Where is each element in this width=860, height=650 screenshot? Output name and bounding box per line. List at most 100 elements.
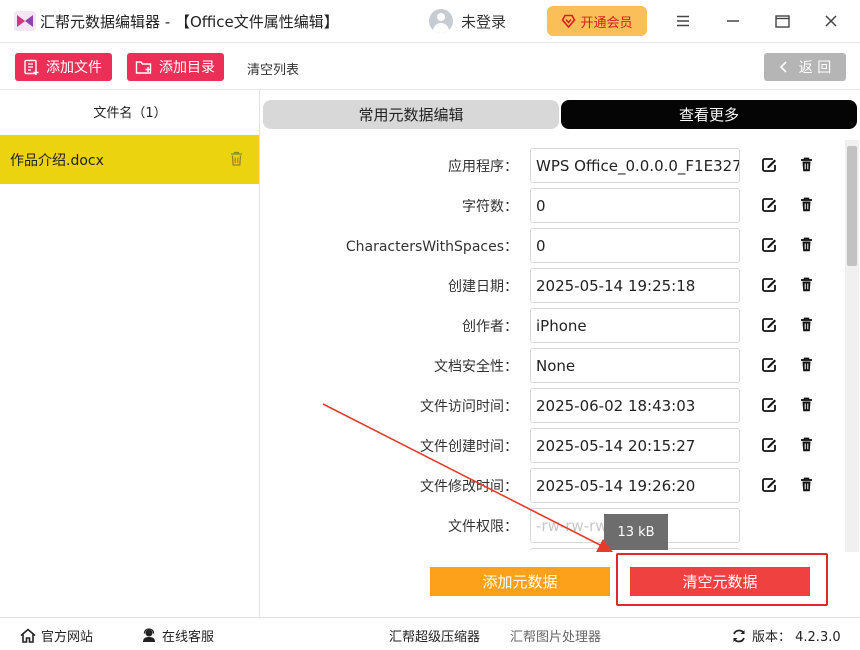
metadata-value-input[interactable]: 2025-06-02 18:43:03 <box>530 388 740 423</box>
metadata-label: 文件修改时间： <box>420 479 518 495</box>
metadata-row: 文件创建时间： 2025-05-14 20:15:27 <box>263 424 843 464</box>
menu-button[interactable] <box>672 10 694 32</box>
edit-icon[interactable] <box>761 277 777 297</box>
trash-icon[interactable] <box>800 237 813 256</box>
toolbar: 添加文件 添加目录 清空列表 返 回 <box>0 42 860 90</box>
edit-icon[interactable] <box>761 477 777 497</box>
avatar-icon <box>429 9 453 33</box>
metadata-row: 创作者： iPhone <box>263 304 843 344</box>
metadata-value-input[interactable]: 0 <box>530 188 740 223</box>
vip-label: 开通会员 <box>580 15 633 31</box>
metadata-value-input[interactable]: iPhone <box>530 308 740 343</box>
add-dir-label: 添加目录 <box>159 60 215 76</box>
trash-icon[interactable] <box>800 357 813 376</box>
title-bar: 汇帮元数据编辑器 - 【Office文件属性编辑】 未登录 开通会员 <box>0 0 860 42</box>
clear-list-button[interactable]: 清空列表 <box>247 59 299 78</box>
trash-icon[interactable] <box>800 197 813 216</box>
version-info[interactable]: 版本： 4.2.3.0 <box>731 626 841 645</box>
scrollbar[interactable] <box>845 140 859 552</box>
metadata-label: 创建日期： <box>448 279 518 295</box>
metadata-row: 字符数： 0 <box>263 184 843 224</box>
back-label: 返 回 <box>798 60 832 76</box>
version-label: 版本： 4.2.3.0 <box>752 630 841 645</box>
app-logo-icon <box>14 11 36 31</box>
metadata-label: 文件访问时间： <box>420 399 518 415</box>
metadata-row: CharactersWithSpaces： 0 <box>263 224 843 264</box>
official-website-link[interactable]: 官方网站 <box>20 626 93 645</box>
vip-button[interactable]: 开通会员 <box>547 6 647 36</box>
file-size-tooltip: 13 kB <box>604 514 668 550</box>
metadata-label: 文件创建时间： <box>420 439 518 455</box>
metadata-row: 创建日期： 2025-05-14 19:25:18 <box>263 264 843 304</box>
hamburger-icon <box>677 15 689 27</box>
add-dir-button[interactable]: 添加目录 <box>127 53 224 81</box>
file-list-panel: 文件名（1） 作品介绍.docx <box>0 90 260 617</box>
tab-view-more[interactable]: 查看更多 <box>561 100 857 129</box>
chevron-left-icon <box>779 61 787 73</box>
home-icon <box>20 628 36 643</box>
metadata-label: 文件权限： <box>448 519 518 535</box>
metadata-row: 文件权限： -rw-rw-rw- <box>263 504 843 544</box>
window-title: 汇帮元数据编辑器 - 【Office文件属性编辑】 <box>40 13 339 31</box>
online-support-link[interactable]: 在线客服 <box>141 626 214 645</box>
user-name: 未登录 <box>461 12 507 31</box>
edit-icon[interactable] <box>761 397 777 417</box>
file-name: 作品介绍.docx <box>10 152 104 169</box>
maximize-button[interactable] <box>771 10 793 32</box>
scrollbar-thumb[interactable] <box>847 146 857 266</box>
metadata-row: 应用程序： WPS Office_0.0.0.0_F1E327BC-269C-43… <box>263 144 843 184</box>
heart-diamond-icon <box>562 14 576 28</box>
edit-icon[interactable] <box>761 317 777 337</box>
back-button[interactable]: 返 回 <box>764 53 846 81</box>
minimize-icon <box>727 20 739 22</box>
add-file-label: 添加文件 <box>46 60 102 76</box>
support-label: 在线客服 <box>162 630 215 645</box>
metadata-form: 应用程序： WPS Office_0.0.0.0_F1E327BC-269C-43… <box>263 140 843 550</box>
compressor-link[interactable]: 汇帮超级压缩器 <box>389 626 480 645</box>
user-login[interactable]: 未登录 <box>429 8 506 34</box>
add-file-button[interactable]: 添加文件 <box>15 53 112 81</box>
trash-icon[interactable] <box>230 151 243 166</box>
website-label: 官方网站 <box>41 630 94 645</box>
metadata-label: 创作者： <box>462 319 518 335</box>
metadata-label: CharactersWithSpaces： <box>345 239 518 255</box>
trash-icon[interactable] <box>800 157 813 176</box>
tab-common-metadata[interactable]: 常用元数据编辑 <box>263 100 559 129</box>
trash-icon[interactable] <box>800 437 813 456</box>
metadata-value-input[interactable]: None <box>530 348 740 383</box>
add-metadata-button[interactable]: 添加元数据 <box>430 567 610 596</box>
metadata-value-input[interactable]: 2025-05-14 19:25:18 <box>530 268 740 303</box>
metadata-value-input[interactable]: 2025-05-14 19:26:20 <box>530 468 740 503</box>
edit-icon[interactable] <box>761 157 777 177</box>
metadata-value-input[interactable]: WPS Office_0.0.0.0_F1E327BC-269C-435d-A1… <box>530 148 740 183</box>
metadata-label: 文档安全性： <box>434 359 518 375</box>
metadata-label: 应用程序： <box>448 159 518 175</box>
metadata-value-input[interactable]: 2025-05-14 20:15:27 <box>530 428 740 463</box>
trash-icon[interactable] <box>800 397 813 416</box>
metadata-row <box>263 544 843 550</box>
edit-icon[interactable] <box>761 357 777 377</box>
close-button[interactable] <box>820 10 842 32</box>
metadata-row: 文件修改时间： 2025-05-14 19:26:20 <box>263 464 843 504</box>
metadata-value-input[interactable]: 0 <box>530 228 740 263</box>
trash-icon[interactable] <box>800 277 813 296</box>
metadata-row: 文档安全性： None <box>263 344 843 384</box>
trash-icon[interactable] <box>800 477 813 496</box>
edit-icon[interactable] <box>761 437 777 457</box>
add-folder-icon <box>135 61 152 74</box>
close-icon <box>825 15 837 27</box>
maximize-icon <box>774 14 790 28</box>
highlight-box <box>616 553 828 606</box>
edit-icon[interactable] <box>761 237 777 257</box>
metadata-label: 字符数： <box>462 199 518 215</box>
trash-icon[interactable] <box>800 317 813 336</box>
edit-icon[interactable] <box>761 197 777 217</box>
image-tool-link[interactable]: 汇帮图片处理器 <box>510 626 601 645</box>
refresh-icon <box>733 629 745 642</box>
status-bar: 官方网站 在线客服 汇帮超级压缩器 汇帮图片处理器 版本： 4.2.3.0 <box>0 617 860 650</box>
file-list-header: 文件名（1） <box>93 106 167 121</box>
minimize-button[interactable] <box>722 10 744 32</box>
file-list-item[interactable]: 作品介绍.docx <box>0 135 259 184</box>
add-file-icon <box>24 59 39 75</box>
support-agent-icon <box>143 628 155 642</box>
